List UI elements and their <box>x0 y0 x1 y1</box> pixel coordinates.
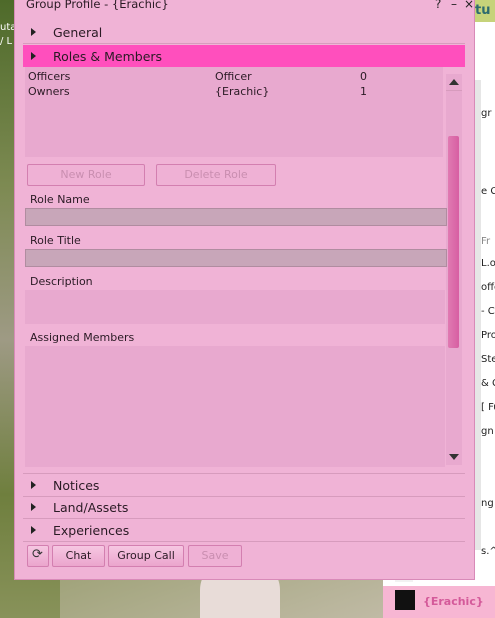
group-call-button[interactable]: Group Call <box>108 545 184 567</box>
side-row: Fr <box>481 236 491 247</box>
chevron-right-icon <box>31 52 36 60</box>
roles-list[interactable]: Officers Officer 0 Owners {Erachic} 1 <box>25 67 443 157</box>
section-general[interactable]: General <box>23 21 465 44</box>
role-count: 0 <box>360 70 367 83</box>
window-title: Group Profile - {Erachic} <box>26 0 169 11</box>
description-field[interactable] <box>25 290 445 324</box>
side-row: & C <box>481 378 495 389</box>
side-row: s.^ <box>481 546 495 557</box>
role-name-field[interactable] <box>25 208 447 226</box>
scroll-up-icon[interactable] <box>449 79 459 85</box>
delete-role-button[interactable]: Delete Role <box>156 164 276 186</box>
minimize-icon[interactable]: – <box>451 0 457 11</box>
role-count: 1 <box>360 85 367 98</box>
scroll-thumb[interactable] <box>448 136 459 348</box>
chevron-right-icon <box>31 503 36 511</box>
assigned-members-label: Assigned Members <box>30 331 135 344</box>
description-label: Description <box>30 275 93 288</box>
chevron-right-icon <box>31 526 36 534</box>
assigned-members-list[interactable] <box>25 346 445 467</box>
scroll-divider <box>446 90 462 91</box>
world-label-2: / L <box>0 36 13 47</box>
role-name[interactable]: Owners <box>28 85 70 98</box>
section-roles-members[interactable]: Roles & Members <box>23 45 465 67</box>
side-window-title: tu <box>475 3 491 18</box>
side-row: offe <box>481 282 495 293</box>
side-row: gr <box>481 108 492 119</box>
panel-scrollbar[interactable] <box>446 74 462 465</box>
side-row: gn <box>481 426 494 437</box>
chevron-right-icon <box>31 481 36 489</box>
role-name[interactable]: Officers <box>28 70 70 83</box>
refresh-icon: ⟳ <box>32 547 43 562</box>
section-roles-members-label: Roles & Members <box>53 49 163 64</box>
section-notices-label: Notices <box>53 478 100 493</box>
side-row: [ Fu <box>481 402 495 413</box>
section-general-label: General <box>53 25 103 40</box>
side-group-name: {Erachic} <box>423 595 484 608</box>
side-group-item[interactable]: {Erachic} <box>383 586 495 618</box>
chat-button[interactable]: Chat <box>52 545 105 567</box>
side-row: Pro <box>481 330 495 341</box>
side-row: L.o <box>481 258 495 269</box>
side-row: ng <box>481 498 494 509</box>
title-bar[interactable]: Group Profile - {Erachic} ? – × <box>15 0 474 15</box>
side-row: Ste <box>481 354 495 365</box>
side-row: - C <box>481 306 495 317</box>
section-notices[interactable]: Notices <box>23 473 465 497</box>
group-avatar <box>395 590 415 610</box>
section-experiences[interactable]: Experiences <box>23 519 465 542</box>
section-land-assets-label: Land/Assets <box>53 500 129 515</box>
chevron-right-icon <box>31 28 36 36</box>
save-button[interactable]: Save <box>188 545 242 567</box>
close-icon[interactable]: × <box>464 0 474 11</box>
scroll-down-icon[interactable] <box>449 454 459 460</box>
new-role-button[interactable]: New Role <box>27 164 145 186</box>
role-title: Officer <box>215 70 252 83</box>
group-profile-floater: Group Profile - {Erachic} ? – × General … <box>14 0 475 580</box>
refresh-button[interactable]: ⟳ <box>27 545 49 567</box>
role-title-field[interactable] <box>25 249 447 267</box>
role-name-label: Role Name <box>30 193 90 206</box>
section-experiences-label: Experiences <box>53 523 130 538</box>
role-title-label: Role Title <box>30 234 81 247</box>
role-title: {Erachic} <box>215 85 270 98</box>
help-icon[interactable]: ? <box>435 0 441 11</box>
section-land-assets[interactable]: Land/Assets <box>23 496 465 519</box>
side-row: e C <box>481 186 495 197</box>
